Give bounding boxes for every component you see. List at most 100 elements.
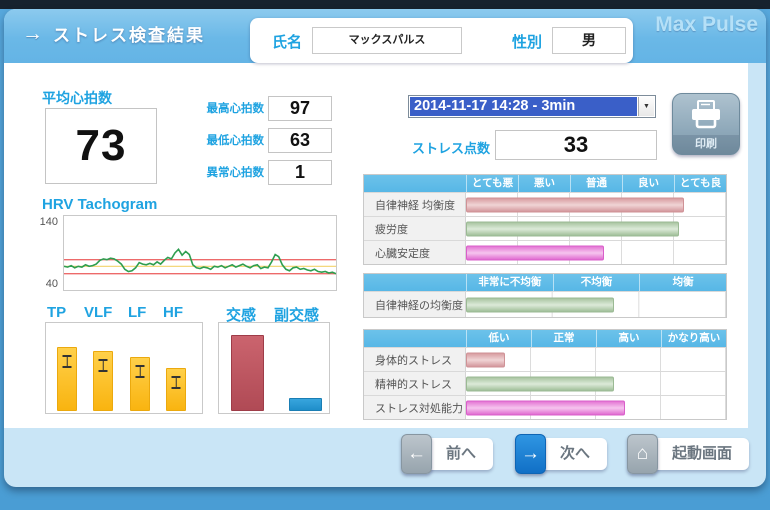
avg-heart-rate-box: 73 [45,108,157,184]
autonomic-balance-bar-chart [218,322,330,414]
col-very-high: かなり高い [661,330,726,347]
window-top-strip [0,0,770,9]
row-label-stress-coping: ストレス対処能力 [364,396,466,419]
col-normal: 正常 [531,330,596,347]
previous-button-label: 前へ [429,438,493,470]
max-heart-rate-value: 97 [268,96,332,121]
min-heart-rate-value: 63 [268,128,332,153]
hrv-line-chart-svg [64,216,336,290]
avg-heart-rate-value: 73 [76,121,127,171]
gauge-bar [466,376,614,391]
table-row: 身体的ストレス [364,347,726,371]
arrow-left-icon: ← [401,434,432,474]
col-very-unbalanced: 非常に不均衡 [466,274,553,291]
col-good: 良い [622,175,674,192]
col-very-bad: とても悪い [466,175,518,192]
stress-score-value: 33 [495,130,657,160]
vlf-bar [93,351,113,411]
stress-gauge-header: 低い 正常 高い かなり高い [364,330,726,347]
col-low: 低い [466,330,531,347]
header-spacer [364,274,466,291]
row-label-ans-balance: 自律神経の均衡度 [364,292,466,317]
hrv-line-series [64,249,336,273]
row-label-fatigue: 疲労度 [364,217,466,240]
home-icon: ⌂ [627,434,658,474]
gender-label: 性別 [512,31,542,52]
tp-error-bar [63,355,72,368]
header-spacer [364,330,466,347]
gender-field[interactable]: 男 [552,27,626,54]
hrv-tachogram-title: HRV Tachogram [42,196,157,213]
hf-bar [166,368,186,411]
avg-heart-rate-label: 平均心拍数 [42,88,112,108]
table-row: 精神的ストレス [364,371,726,395]
sympathetic-bar [231,335,264,411]
lf-bar [130,357,150,411]
gauge-bar [466,352,505,367]
balance-gauge-header: 非常に不均衡 不均衡 均衡 [364,274,726,291]
lf-error-bar [136,365,145,378]
max-heart-rate-label: 最高心拍数 [196,100,264,116]
lf-label: LF [128,304,146,321]
table-row: ストレス対処能力 [364,395,726,419]
tp-label: TP [47,304,66,321]
vlf-error-bar [99,359,108,372]
table-row: 心臓安定度 [364,240,726,264]
title-arrow-icon: → [22,22,43,46]
col-balanced: 均衡 [639,274,726,291]
col-unbalanced: 不均衡 [553,274,640,291]
row-label-physical-stress: 身体的ストレス [364,348,466,371]
gauge-bar [466,221,679,236]
abnormal-heart-rate-label: 異常心拍数 [196,164,264,180]
col-very-good: とても良い [674,175,726,192]
hrv-tachogram-chart [63,215,337,291]
app-window: → ストレス検査結果 Max Pulse 氏名 マックスパルス 性別 男 平均心… [0,0,770,510]
table-row: 疲労度 [364,216,726,240]
hf-label: HF [163,304,183,321]
gauge-bar [466,245,604,260]
vlf-label: VLF [84,304,112,321]
gauge-bar [466,400,625,415]
parasympathetic-bar [289,398,322,412]
col-normal: 普通 [570,175,622,192]
table-row: 自律神経 均衡度 [364,192,726,216]
arrow-right-icon: → [515,434,546,474]
patient-info-panel: 氏名 マックスパルス 性別 男 [250,18,633,63]
hrv-ymax-tick: 140 [34,216,58,228]
row-label-mental-stress: 精神的ストレス [364,372,466,395]
gauge-bar [466,197,684,212]
home-screen-button[interactable]: ⌂ 起動画面 [627,438,749,470]
col-bad: 悪い [518,175,570,192]
previous-button[interactable]: ← 前へ [401,438,493,470]
balance-gauge-table: 非常に不均衡 不均衡 均衡 自律神経の均衡度 [363,273,727,318]
wellness-gauge-table: とても悪い 悪い 普通 良い とても良い 自律神経 均衡度 疲労度 心臓安定度 [363,174,727,265]
brand-logo: Max Pulse [655,13,758,37]
wellness-gauge-header: とても悪い 悪い 普通 良い とても良い [364,175,726,192]
page-title: ストレス検査結果 [53,21,205,46]
header-spacer [364,175,466,192]
abnormal-heart-rate-value: 1 [268,160,332,185]
next-button-label: 次へ [543,438,607,470]
stress-gauge-table: 低い 正常 高い かなり高い 身体的ストレス 精神的ストレス ストレス対処能力 [363,329,727,420]
name-field[interactable]: マックスパルス [312,27,462,54]
hf-error-bar [172,376,181,389]
gauge-bar [466,297,614,312]
col-high: 高い [596,330,661,347]
dropdown-arrow-icon[interactable]: ▼ [638,97,654,116]
stress-score-label: ストレス点数 [412,138,490,157]
next-button[interactable]: → 次へ [515,438,607,470]
printer-icon [689,100,723,130]
row-label-heart-stability: 心臓安定度 [364,241,466,264]
frequency-bar-chart [45,322,203,414]
measurement-date-dropdown[interactable]: 2014-11-17 14:28 - 3min ▼ [408,95,656,118]
print-button-label: 印刷 [673,135,739,151]
table-row: 自律神経の均衡度 [364,291,726,317]
print-button[interactable]: 印刷 [672,93,740,155]
name-label: 氏名 [272,31,302,52]
page-title-group: → ストレス検査結果 [22,21,205,46]
measurement-date-value: 2014-11-17 14:28 - 3min [410,97,637,116]
hrv-ymin-tick: 40 [34,278,58,290]
min-heart-rate-label: 最低心拍数 [196,132,264,148]
home-screen-button-label: 起動画面 [655,438,749,470]
tp-bar [57,347,77,411]
